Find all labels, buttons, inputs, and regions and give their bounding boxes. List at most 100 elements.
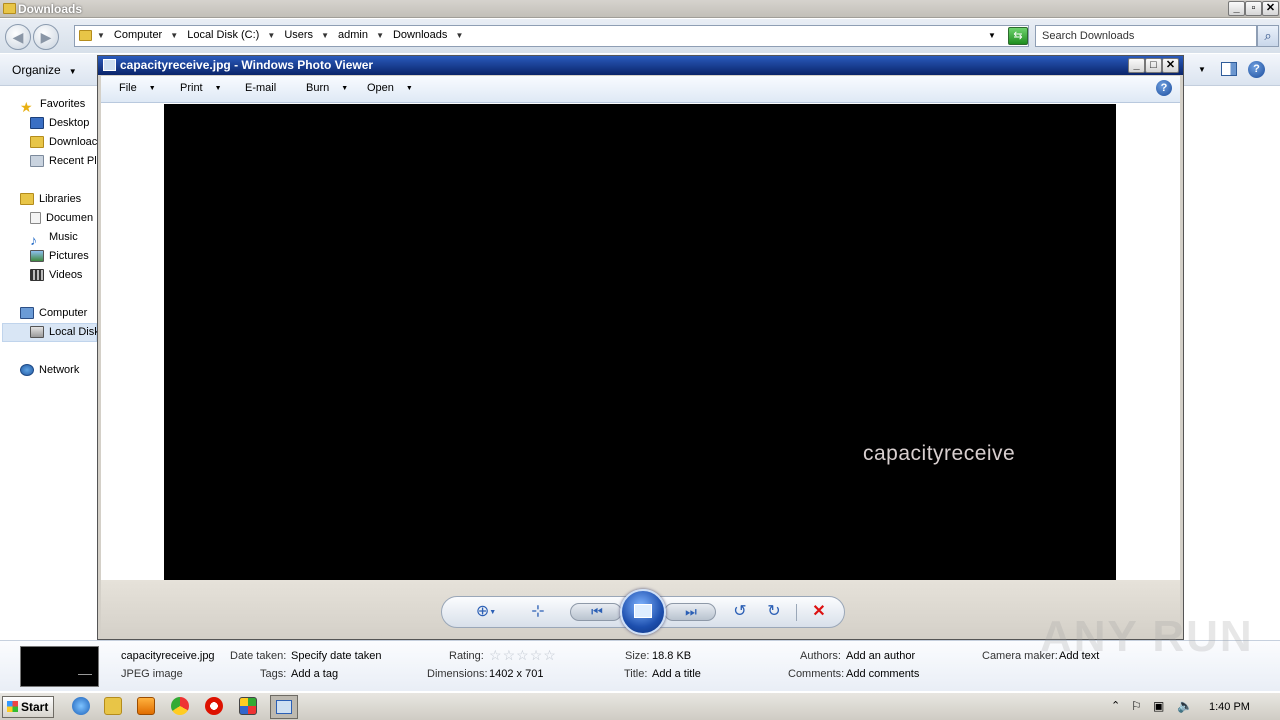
action-center-flag-icon[interactable]: ⚐ bbox=[1131, 699, 1142, 713]
computer-icon bbox=[20, 307, 34, 320]
explorer-minimize-button[interactable]: _ bbox=[1228, 1, 1245, 16]
nav-item-downloads[interactable]: Downloac bbox=[30, 133, 97, 151]
chevron-down-icon: ▼ bbox=[148, 85, 156, 92]
forward-button[interactable]: ▶ bbox=[33, 24, 59, 50]
internet-explorer-icon[interactable] bbox=[72, 697, 90, 715]
star-icon[interactable]: ☆ bbox=[516, 647, 530, 663]
nav-item-pictures[interactable]: Pictures bbox=[30, 247, 89, 265]
menu-print[interactable]: Print ▼ bbox=[180, 82, 222, 94]
menu-open-label: Open bbox=[367, 82, 394, 94]
anyrun-watermark: ANY RUN bbox=[1040, 612, 1254, 661]
star-icon[interactable]: ☆ bbox=[503, 647, 517, 663]
nav-item-favorites[interactable]: ★ Favorites bbox=[20, 95, 85, 115]
chrome-icon[interactable] bbox=[171, 697, 189, 715]
nav-item-recent-places[interactable]: Recent Pl bbox=[30, 152, 97, 170]
organize-menu[interactable]: Organize ▼ bbox=[12, 63, 77, 77]
photo-viewer-minimize-button[interactable]: _ bbox=[1128, 58, 1145, 73]
nav-item-desktop[interactable]: Desktop bbox=[30, 114, 89, 132]
star-icon[interactable]: ☆ bbox=[543, 647, 557, 663]
nav-item-music[interactable]: ♪ Music bbox=[30, 228, 78, 248]
chevron-down-icon[interactable]: ▼ bbox=[97, 31, 105, 40]
chevron-down-icon[interactable]: ▼ bbox=[376, 31, 384, 40]
detail-filetype: JPEG image bbox=[121, 668, 183, 680]
help-icon[interactable]: ? bbox=[1248, 61, 1265, 78]
address-bar[interactable]: ▼ Computer ▼ Local Disk (C:) ▼ Users ▼ admin… bbox=[74, 25, 1029, 47]
photo-viewer-taskbar-icon bbox=[276, 700, 292, 714]
search-button[interactable]: ⌕ bbox=[1257, 25, 1279, 47]
volume-icon[interactable]: 🔈 bbox=[1177, 698, 1193, 714]
start-button[interactable]: Start bbox=[2, 696, 54, 718]
nav-item-network[interactable]: Network bbox=[20, 361, 79, 379]
nav-item-computer[interactable]: Computer bbox=[20, 304, 87, 322]
chevron-down-icon[interactable]: ▼ bbox=[170, 31, 178, 40]
help-icon[interactable]: ? bbox=[1156, 80, 1172, 96]
show-hidden-icons-icon[interactable]: ⌃ bbox=[1111, 699, 1120, 712]
back-button[interactable]: ◀ bbox=[5, 24, 31, 50]
archive-app-icon[interactable] bbox=[239, 697, 257, 715]
tags-label: Tags: bbox=[260, 668, 287, 680]
actual-size-button[interactable]: ⊹ bbox=[524, 597, 552, 627]
comments-field[interactable]: Add comments bbox=[846, 668, 919, 680]
star-icon[interactable]: ☆ bbox=[530, 647, 544, 663]
rotate-clockwise-button[interactable]: ↻ bbox=[760, 597, 788, 627]
viewer-controls-bar: ⊕▼ ⊹ ⏮ ⏭ ↺ ↻ ✕ bbox=[101, 580, 1180, 638]
opera-icon[interactable] bbox=[205, 697, 223, 715]
menu-file-label: File bbox=[119, 82, 137, 94]
photo-viewer-maximize-button[interactable]: □ bbox=[1145, 58, 1162, 73]
folder-icon bbox=[79, 30, 92, 41]
breadcrumb-local-disk[interactable]: Local Disk (C:) bbox=[187, 29, 259, 41]
view-options-dropdown[interactable]: ▼ bbox=[1198, 65, 1206, 74]
explorer-close-button[interactable]: ✕ bbox=[1262, 1, 1279, 16]
previous-button[interactable]: ⏮ bbox=[570, 603, 622, 621]
authors-field[interactable]: Add an author bbox=[846, 650, 915, 662]
breadcrumb-downloads[interactable]: Downloads bbox=[393, 29, 447, 41]
nav-item-documents[interactable]: Documen bbox=[30, 209, 93, 227]
rating-label: Rating: bbox=[449, 650, 484, 662]
nav-item-label: Pictures bbox=[49, 250, 89, 262]
play-slideshow-button[interactable] bbox=[620, 589, 666, 635]
breadcrumb-admin[interactable]: admin bbox=[338, 29, 368, 41]
delete-button[interactable]: ✕ bbox=[805, 597, 833, 627]
breadcrumb-users[interactable]: Users bbox=[284, 29, 313, 41]
chevron-down-icon[interactable]: ▼ bbox=[455, 31, 463, 40]
file-explorer-icon[interactable] bbox=[104, 697, 122, 715]
photo-viewer-close-button[interactable]: ✕ bbox=[1162, 58, 1179, 73]
preview-pane-icon[interactable] bbox=[1221, 62, 1237, 76]
address-history-dropdown[interactable]: ▼ bbox=[988, 31, 996, 40]
taskbar: Start ⌃ ⚐ ▣ 🔈 1:40 PM bbox=[0, 692, 1280, 720]
photo-viewer-taskbar-button[interactable] bbox=[270, 695, 298, 719]
explorer-restore-button[interactable]: ▫ bbox=[1245, 1, 1262, 16]
media-player-icon[interactable] bbox=[137, 697, 155, 715]
date-taken-field[interactable]: Specify date taken bbox=[291, 650, 382, 662]
menu-email-label: E-mail bbox=[245, 82, 277, 94]
nav-item-local-disk[interactable]: Local Disk bbox=[30, 323, 100, 341]
chevron-down-icon[interactable]: ▼ bbox=[321, 31, 329, 40]
rotate-counterclockwise-button[interactable]: ↺ bbox=[726, 597, 754, 627]
dimensions-value: 1402 x 701 bbox=[489, 668, 544, 680]
nav-item-videos[interactable]: Videos bbox=[30, 266, 82, 284]
nav-item-libraries[interactable]: Libraries bbox=[20, 190, 81, 208]
hard-drive-icon bbox=[30, 326, 44, 339]
navigation-pane: ★ Favorites Desktop Downloac Recent Pl Li… bbox=[0, 87, 100, 640]
breadcrumb-computer[interactable]: Computer bbox=[114, 29, 162, 41]
chevron-down-icon[interactable]: ▼ bbox=[267, 31, 275, 40]
rating-stars[interactable]: ☆☆☆☆☆ bbox=[489, 647, 557, 664]
menu-open[interactable]: Open ▼ bbox=[367, 82, 413, 94]
search-input[interactable]: Search Downloads bbox=[1035, 25, 1257, 47]
menu-file[interactable]: File ▼ bbox=[119, 82, 156, 94]
refresh-button[interactable]: ⇆ bbox=[1008, 27, 1028, 45]
clock[interactable]: 1:40 PM bbox=[1209, 701, 1250, 713]
size-value: 18.8 KB bbox=[652, 650, 692, 662]
tags-field[interactable]: Add a tag bbox=[291, 668, 338, 680]
nav-item-label: Videos bbox=[49, 269, 83, 281]
controls-divider bbox=[796, 604, 797, 621]
size-label: Size: bbox=[625, 650, 650, 662]
title-field[interactable]: Add a title bbox=[652, 668, 701, 680]
menu-email[interactable]: E-mail bbox=[245, 82, 276, 94]
next-button[interactable]: ⏭ bbox=[664, 603, 716, 621]
network-tray-icon[interactable]: ▣ bbox=[1153, 699, 1164, 713]
menu-burn[interactable]: Burn ▼ bbox=[306, 82, 348, 94]
zoom-button[interactable]: ⊕▼ bbox=[468, 597, 504, 627]
delete-x-icon: ✕ bbox=[812, 603, 826, 620]
star-icon[interactable]: ☆ bbox=[489, 647, 503, 663]
